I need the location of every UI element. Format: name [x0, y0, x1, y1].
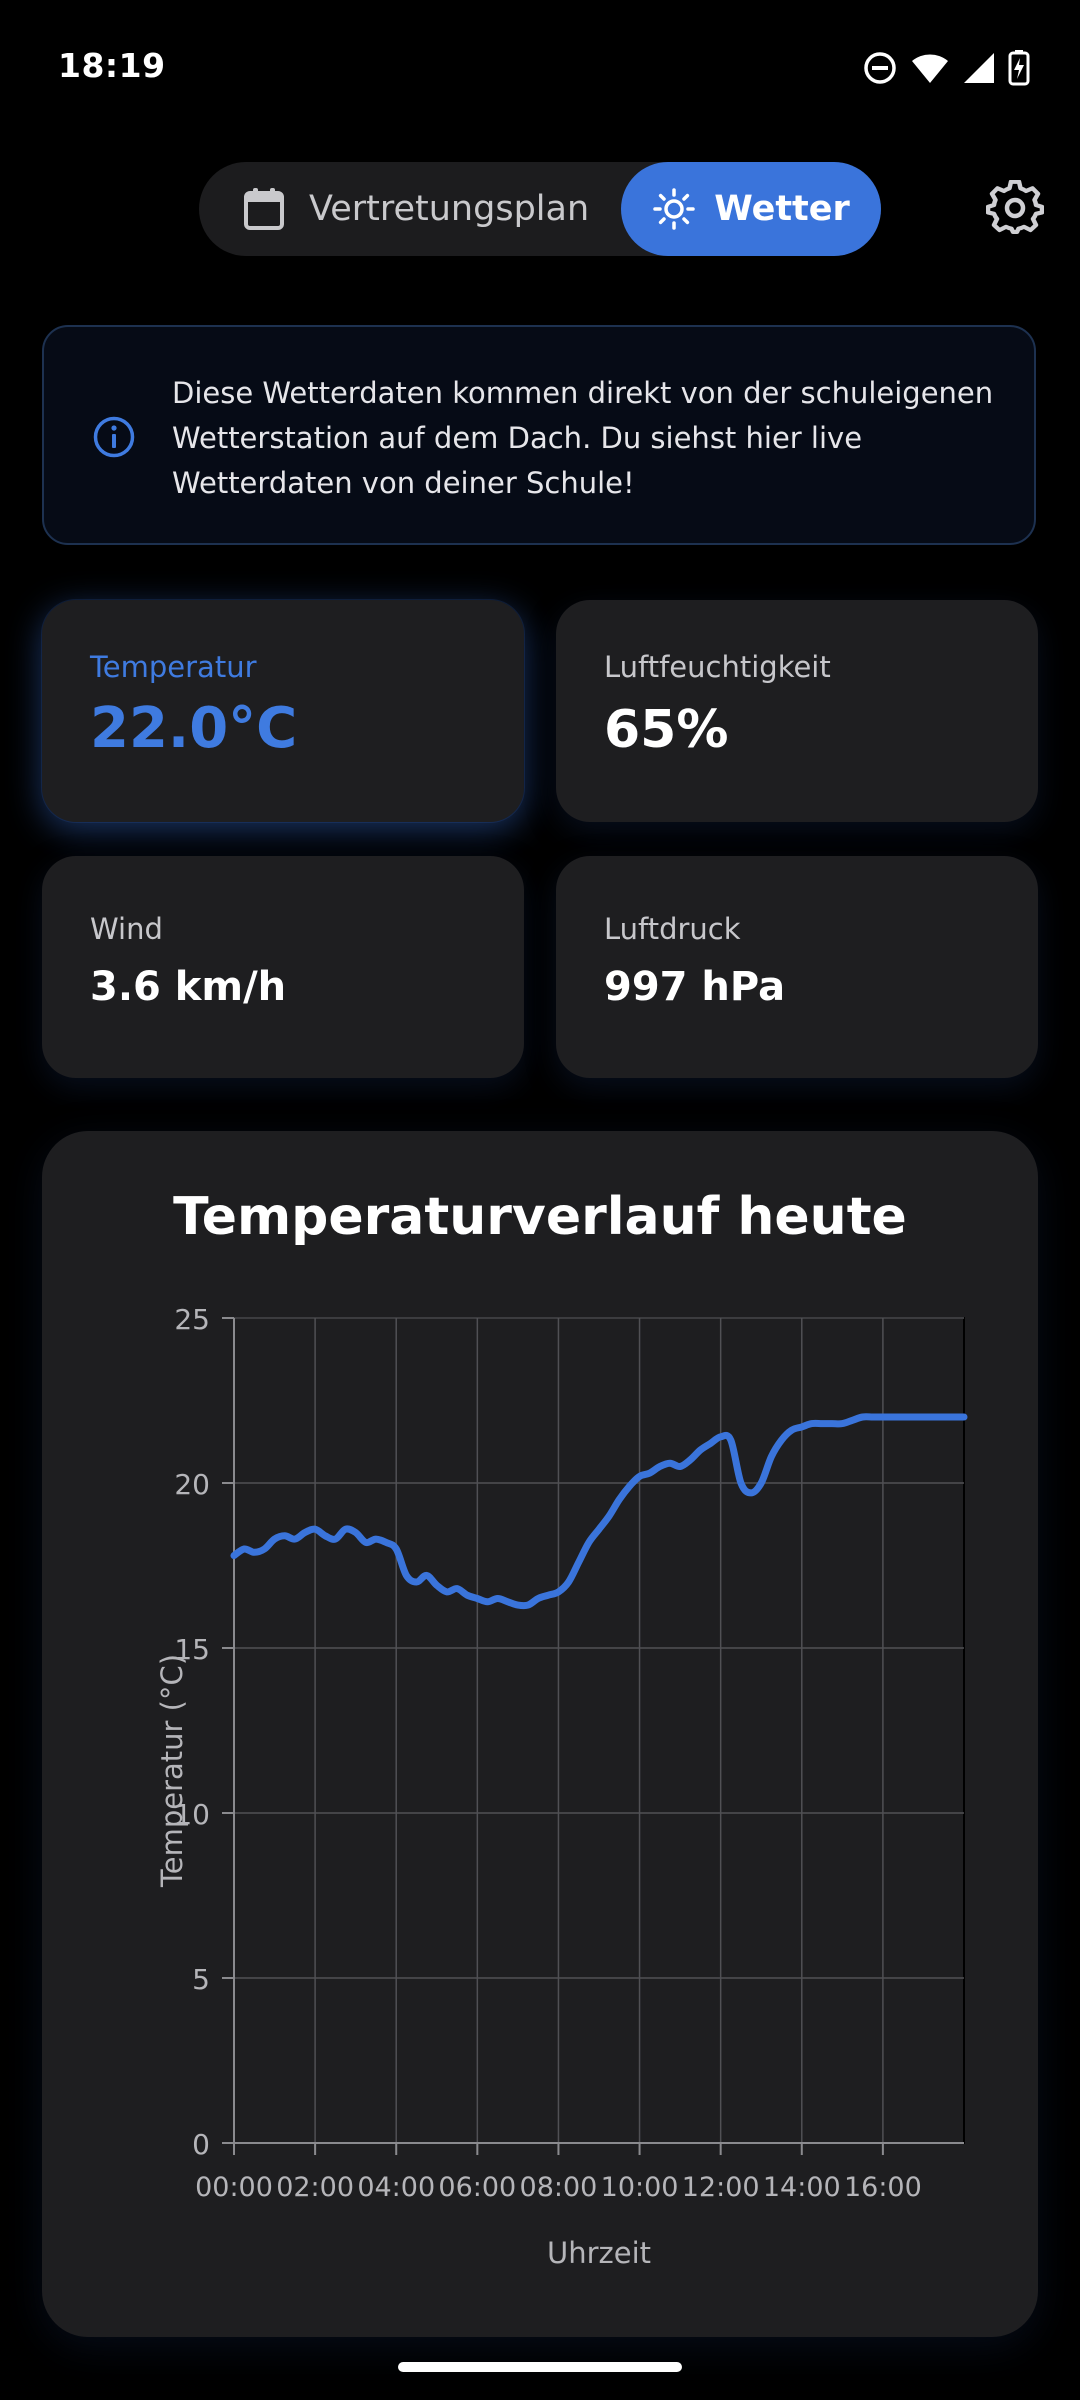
x-tick-label: 00:00 — [195, 2172, 273, 2203]
battery-charging-icon — [1008, 50, 1030, 86]
x-tick-label: 08:00 — [520, 2172, 598, 2203]
temperature-label: Temperatur — [90, 650, 257, 684]
info-icon — [93, 416, 135, 458]
temperature-chart-card: Temperaturverlauf heute 0 5 10 15 20 25 00:00 0… — [42, 1131, 1038, 2337]
pressure-card[interactable]: Luftdruck 997 hPa — [556, 856, 1038, 1078]
gear-icon — [985, 179, 1045, 235]
view-switcher: Vertretungsplan Wetter — [199, 162, 881, 256]
wind-value: 3.6 km/h — [90, 964, 287, 1010]
temperature-series-line — [230, 1413, 968, 1610]
temperature-chart: 051015202500:00 02:00 04:00 06:00 08:00 10:00… — [155, 1303, 968, 2270]
status-time: 18:19 — [58, 46, 166, 85]
temperature-card[interactable]: Temperatur 22.0°C — [42, 600, 524, 822]
settings-button[interactable] — [985, 179, 1045, 238]
wind-card[interactable]: Wind 3.6 km/h — [42, 856, 524, 1078]
info-banner: Diese Wetterdaten kommen direkt von der … — [42, 325, 1036, 545]
humidity-card[interactable]: Luftfeuchtigkeit 65% — [556, 600, 1038, 822]
status-bar: 18:19 — [0, 0, 1080, 130]
tab-vertretungsplan[interactable]: Vertretungsplan — [243, 162, 589, 256]
x-tick-label: 06:00 — [438, 2172, 516, 2203]
info-text: Diese Wetterdaten kommen direkt von der … — [172, 376, 994, 500]
y-tick-label: 25 — [174, 1303, 210, 1336]
x-tick-label: 10:00 — [601, 2172, 679, 2203]
do-not-disturb-icon — [864, 52, 896, 84]
signal-icon — [964, 53, 994, 83]
status-icons — [862, 48, 1030, 88]
x-tick-label: 02:00 — [276, 2172, 354, 2203]
temperature-value: 22.0°C — [90, 696, 298, 761]
humidity-value: 65% — [604, 700, 729, 760]
humidity-label: Luftfeuchtigkeit — [604, 650, 831, 684]
plot-frame — [233, 1317, 965, 2144]
x-tick-label: 16:00 — [844, 2172, 922, 2203]
wifi-icon — [912, 54, 948, 83]
x-tick-label: 14:00 — [763, 2172, 841, 2203]
tab-vertretungsplan-label: Vertretungsplan — [309, 189, 590, 229]
pressure-value: 997 hPa — [604, 964, 786, 1010]
sun-icon — [653, 188, 695, 230]
y-tick-label: 5 — [192, 1963, 210, 1996]
tab-wetter[interactable]: Wetter — [621, 162, 881, 256]
y-tick-label: 0 — [192, 2128, 210, 2161]
home-indicator[interactable] — [398, 2362, 682, 2372]
x-tick-label: 04:00 — [357, 2172, 435, 2203]
x-tick-label: 12:00 — [682, 2172, 760, 2203]
pressure-label: Luftdruck — [604, 912, 741, 946]
y-axis-label: Temperatur (°C) — [155, 1654, 189, 1888]
tab-wetter-label: Wetter — [714, 189, 850, 229]
calendar-icon — [244, 188, 284, 230]
wind-label: Wind — [90, 912, 163, 946]
y-tick-label: 20 — [174, 1468, 210, 1501]
x-axis-label: Uhrzeit — [547, 2236, 651, 2270]
